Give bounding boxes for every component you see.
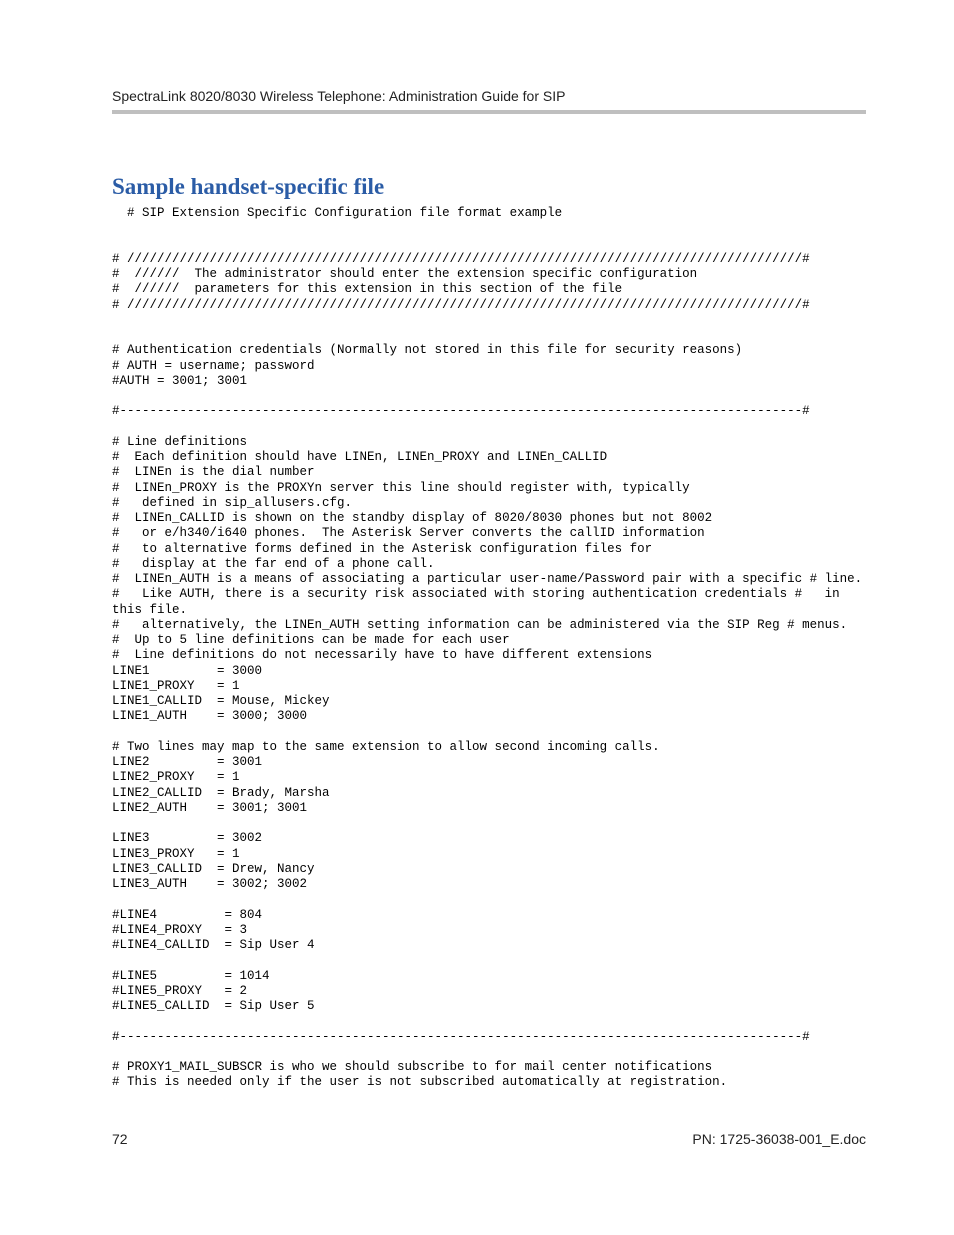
page-footer: 72 PN: 1725-36038-001_E.doc — [112, 1131, 866, 1147]
config-file-sample: # SIP Extension Specific Configuration f… — [112, 206, 866, 1091]
page-number: 72 — [112, 1131, 128, 1147]
page-header-text: SpectraLink 8020/8030 Wireless Telephone… — [112, 88, 866, 104]
header-rule — [112, 110, 866, 114]
document-page: SpectraLink 8020/8030 Wireless Telephone… — [0, 0, 954, 1187]
section-title: Sample handset-specific file — [112, 174, 866, 200]
doc-id: PN: 1725-36038-001_E.doc — [692, 1131, 866, 1147]
